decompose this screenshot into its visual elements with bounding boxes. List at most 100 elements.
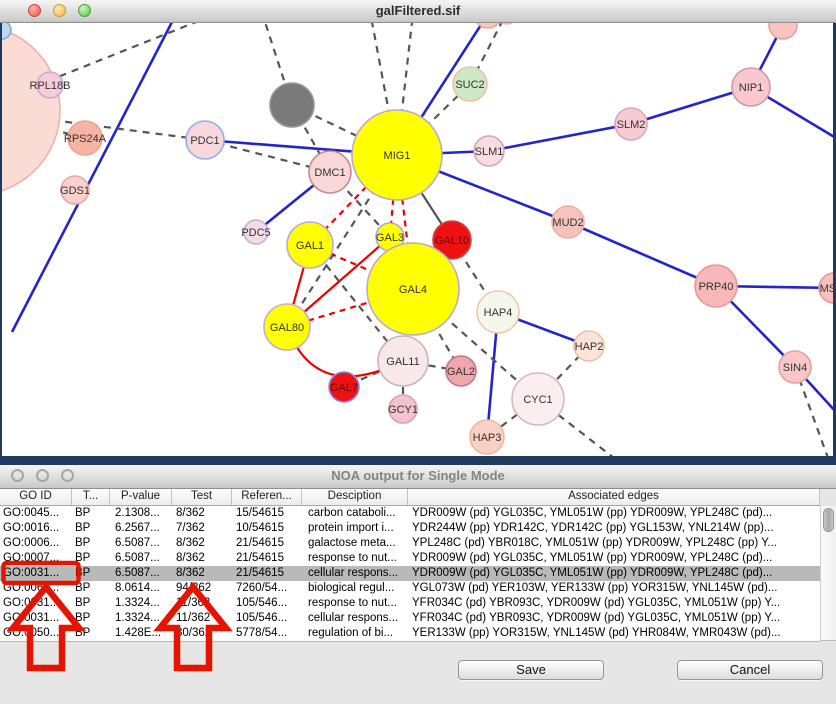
- node-label: HAP3: [473, 432, 502, 444]
- cell-reference: 105/546...: [232, 611, 302, 626]
- cell-description: cellular respons...: [302, 566, 408, 581]
- node-label: SIN4: [783, 362, 807, 374]
- node-bigleft[interactable]: [2, 25, 60, 195]
- network-window: galFiltered.sif RPL18BRPS24AGDS1PDC1DMC1…: [0, 0, 836, 465]
- node-label: SLM1: [475, 146, 504, 158]
- cell-reference: 5778/54...: [232, 626, 302, 641]
- node-label: GAL11: [386, 356, 419, 368]
- cell-reference: 105/546...: [232, 596, 302, 611]
- node-label: DMC1: [314, 167, 345, 179]
- node-label: GCY1: [388, 404, 418, 416]
- node-label: PDC5: [241, 227, 270, 239]
- cell-p_value: 6.5087...: [110, 566, 172, 581]
- cell-type: BP: [72, 551, 110, 566]
- cell-associated_edges: YGL073W (pd) YER103W, YER133W (pp) YOR31…: [408, 581, 820, 596]
- column-header-4[interactable]: Referen...: [232, 489, 302, 505]
- node-label: PDC1: [190, 135, 219, 147]
- network-svg: RPL18BRPS24AGDS1PDC1DMC1MIG1SUC2SLM1SLM2…: [2, 22, 833, 456]
- cell-go_id: GO:0065...: [0, 581, 72, 596]
- cell-reference: 10/54615: [232, 521, 302, 536]
- table-row[interactable]: GO:0065...BP8.0614...94/3627260/54...bio…: [0, 581, 820, 596]
- node-label: GAL10: [435, 235, 469, 247]
- column-header-0[interactable]: GO ID: [0, 489, 72, 505]
- cell-p_value: 1.3324...: [110, 611, 172, 626]
- cell-p_value: 6.5087...: [110, 551, 172, 566]
- node-label: GAL2: [447, 366, 475, 378]
- network-titlebar[interactable]: galFiltered.sif: [0, 0, 836, 23]
- cell-p_value: 1.3324...: [110, 596, 172, 611]
- cell-test: 94/362: [172, 581, 232, 596]
- table-row[interactable]: GO:0007...BP6.5087...8/36221/54615respon…: [0, 551, 820, 566]
- cell-description: regulation of bi...: [302, 626, 408, 641]
- column-header-5[interactable]: Desciption: [302, 489, 408, 505]
- vertical-scrollbar[interactable]: [820, 506, 836, 641]
- cell-go_id: GO:0006...: [0, 536, 72, 551]
- cell-type: BP: [72, 611, 110, 626]
- node-label: GAL1: [296, 240, 324, 252]
- cell-p_value: 6.5087...: [110, 536, 172, 551]
- cell-associated_edges: YDR244W (pp) YDR142C, YDR142C (pp) YGL15…: [408, 521, 820, 536]
- cell-reference: 15/54615: [232, 506, 302, 521]
- cell-type: BP: [72, 581, 110, 596]
- node-label: RPS24A: [64, 133, 107, 145]
- column-header-6[interactable]: Associated edges: [408, 489, 820, 505]
- cancel-button[interactable]: Cancel: [677, 660, 823, 680]
- cell-go_id: GO:0031...: [0, 611, 72, 626]
- table-header: GO IDT...P-valueTestReferen...Desciption…: [0, 489, 820, 506]
- table-row[interactable]: GO:0016...BP6.2567...7/36210/54615protei…: [0, 521, 820, 536]
- node-trpink[interactable]: [769, 22, 797, 39]
- cell-associated_edges: YFR034C (pd) YBR093C, YDR009W (pd) YGL03…: [408, 596, 820, 611]
- cell-go_id: GO:0050...: [0, 626, 72, 641]
- node-label: CYC1: [523, 394, 552, 406]
- noa-titlebar[interactable]: NOA output for Single Mode: [0, 465, 836, 489]
- node-gray[interactable]: [270, 83, 314, 127]
- table-row[interactable]: GO:0031...BP1.3324...11/362105/546...cel…: [0, 611, 820, 626]
- cell-type: BP: [72, 596, 110, 611]
- cell-test: 7/362: [172, 521, 232, 536]
- cell-type: BP: [72, 566, 110, 581]
- cell-test: 11/362: [172, 611, 232, 626]
- cell-go_id: GO:0045...: [0, 506, 72, 521]
- cell-description: biological regul...: [302, 581, 408, 596]
- cell-reference: 7260/54...: [232, 581, 302, 596]
- window-title: galFiltered.sif: [0, 3, 836, 18]
- network-edge[interactable]: [489, 124, 631, 151]
- cell-type: BP: [72, 626, 110, 641]
- cell-p_value: 8.0614...: [110, 581, 172, 596]
- cell-associated_edges: YDR009W (pd) YGL035C, YML051W (pp) YDR00…: [408, 551, 820, 566]
- network-canvas[interactable]: RPL18BRPS24AGDS1PDC1DMC1MIG1SUC2SLM1SLM2…: [2, 22, 833, 456]
- column-header-1[interactable]: T...: [72, 489, 110, 505]
- node-label: GAL4: [399, 284, 427, 296]
- cell-p_value: 2.1308...: [110, 506, 172, 521]
- cell-description: response to nut...: [302, 551, 408, 566]
- save-button[interactable]: Save: [458, 660, 604, 680]
- cell-p_value: 6.2567...: [110, 521, 172, 536]
- cell-test: 80/362: [172, 626, 232, 641]
- cell-p_value: 1.428E...: [110, 626, 172, 641]
- table-row[interactable]: GO:0006...BP6.5087...8/36221/54615galact…: [0, 536, 820, 551]
- column-header-3[interactable]: Test: [172, 489, 232, 505]
- cell-test: 8/362: [172, 536, 232, 551]
- table-row[interactable]: GO:0050...BP1.428E...80/3625778/54...reg…: [0, 626, 820, 641]
- table-row[interactable]: GO:0045...BP2.1308...8/36215/54615carbon…: [0, 506, 820, 521]
- network-edge[interactable]: [568, 222, 716, 286]
- table-row[interactable]: GO:0031...BP6.5087...8/36221/54615cellul…: [0, 566, 820, 581]
- cell-associated_edges: YER133W (pp) YOR315W, YNL145W (pd) YHR08…: [408, 626, 820, 641]
- node-label: GDS1: [60, 185, 90, 197]
- cell-associated_edges: YPL248C (pd) YBR018C, YML051W (pp) YDR00…: [408, 536, 820, 551]
- node-label: HAP4: [484, 307, 513, 319]
- node-label: MIG1: [384, 150, 411, 162]
- table-row[interactable]: GO:0031...BP1.3324...11/362105/546...res…: [0, 596, 820, 611]
- cell-type: BP: [72, 521, 110, 536]
- cell-type: BP: [72, 506, 110, 521]
- node-label: GAL7: [330, 382, 358, 394]
- cell-reference: 21/54615: [232, 551, 302, 566]
- cell-test: 8/362: [172, 566, 232, 581]
- cell-description: cellular respons...: [302, 611, 408, 626]
- node-label: GAL80: [270, 322, 304, 334]
- scrollbar-thumb[interactable]: [823, 508, 834, 532]
- cell-test: 11/362: [172, 596, 232, 611]
- cell-test: 8/362: [172, 506, 232, 521]
- column-header-2[interactable]: P-value: [110, 489, 172, 505]
- node-label: PRP40: [699, 281, 734, 293]
